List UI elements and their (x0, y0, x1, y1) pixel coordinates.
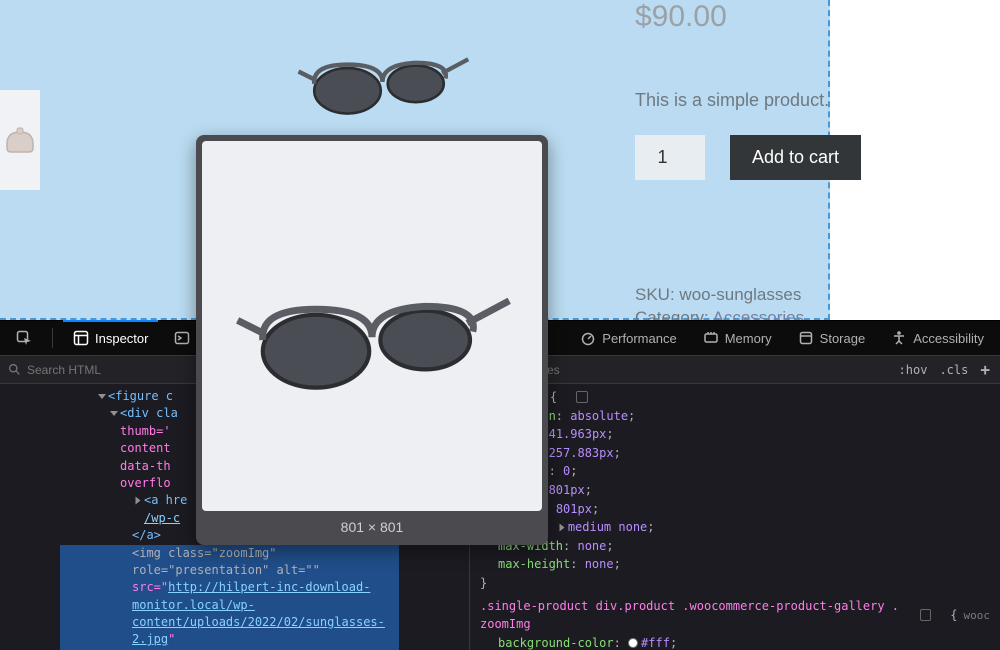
preview-dimensions: 801 × 801 (202, 511, 542, 539)
color-swatch[interactable] (628, 638, 638, 648)
tab-memory[interactable]: Memory (693, 320, 782, 356)
search-icon (8, 363, 21, 376)
filter-styles-input[interactable] (497, 363, 881, 377)
sku-value: woo-sunglasses (679, 285, 801, 304)
css-declaration[interactable]: border: medium none; (480, 518, 990, 537)
css-declaration[interactable]: height: 801px; (480, 500, 990, 519)
gallery-main-image[interactable] (295, 10, 470, 140)
inline-style-chip[interactable] (576, 391, 588, 403)
image-preview-tooltip: 801 × 801 (196, 135, 548, 545)
gallery-thumbnail[interactable] (0, 90, 40, 190)
cls-toggle[interactable]: .cls (939, 363, 968, 377)
product-price: $90.00 (635, 0, 727, 34)
css-declaration[interactable]: max-width: none; (480, 537, 990, 556)
pick-element-button[interactable] (6, 320, 42, 356)
css-declaration[interactable]: top: -441.963px; (480, 425, 990, 444)
tab-accessibility[interactable]: Accessibility (881, 320, 994, 356)
add-to-cart-button[interactable]: Add to cart (730, 135, 861, 180)
hov-toggle[interactable]: :hov (899, 363, 928, 377)
css-declaration[interactable]: left: -257.883px; (480, 444, 990, 463)
selected-node[interactable]: <img class="zoomImg" role="presentation"… (60, 545, 399, 650)
css-declaration[interactable]: max-height: none; (480, 555, 990, 574)
sku-label: SKU: (635, 285, 675, 304)
tab-inspector[interactable]: Inspector (63, 320, 158, 356)
preview-image (202, 141, 542, 511)
rule-chip[interactable] (920, 609, 931, 621)
tab-performance[interactable]: Performance (570, 320, 686, 356)
tab-storage[interactable]: Storage (788, 320, 876, 356)
add-rule-button[interactable]: + (980, 360, 990, 379)
search-html-input[interactable] (27, 363, 187, 377)
product-description: This is a simple product. (635, 90, 829, 111)
sku-row: SKU: woo-sunglasses (635, 285, 801, 305)
css-declaration[interactable]: width: 801px; (480, 481, 990, 500)
styles-pane[interactable]: element { position: absolute;top: -441.9… (470, 384, 1000, 650)
css-declaration[interactable]: position: absolute; (480, 407, 990, 426)
css-declaration[interactable]: opacity: 0; (480, 462, 990, 481)
quantity-stepper[interactable] (635, 135, 705, 180)
